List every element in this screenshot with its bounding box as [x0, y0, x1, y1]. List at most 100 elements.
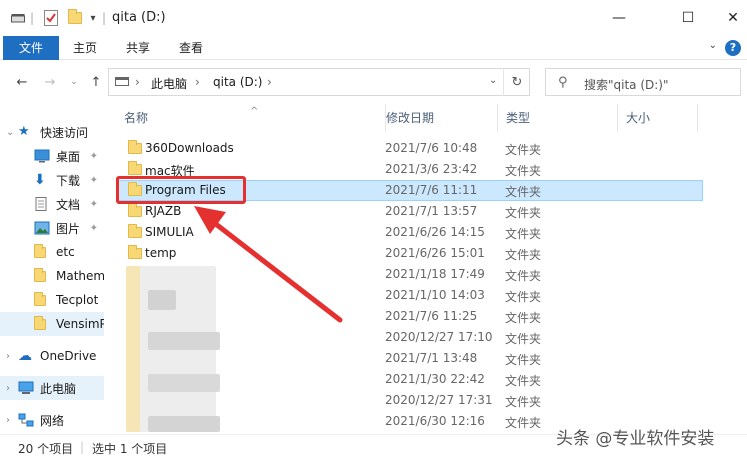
folder-icon: [34, 267, 50, 283]
file-date: 2021/6/26 14:15: [385, 225, 485, 239]
pin-icon[interactable]: ✦: [90, 175, 98, 186]
sidebar-item-label: OneDrive: [40, 349, 97, 363]
file-date: 2021/7/6 11:11: [385, 183, 478, 197]
column-header-date[interactable]: 修改日期: [378, 104, 498, 132]
file-date: 2020/12/27 17:10: [385, 330, 493, 344]
picture-icon: [34, 221, 50, 235]
table-row[interactable]: 360Downloads 2021/7/6 10:48 文件夹: [118, 138, 703, 159]
mosaic-blur: [148, 290, 176, 310]
address-separator: ›: [195, 75, 200, 89]
chevron-right-icon[interactable]: ›: [6, 383, 18, 394]
file-name: temp: [145, 246, 177, 260]
tab-home[interactable]: 主页: [63, 36, 107, 60]
sidebar-item-label: Mathem: [56, 269, 104, 283]
sidebar-item-onedrive[interactable]: › ☁ OneDrive: [0, 344, 104, 368]
address-bar[interactable]: › 此电脑 › qita (D:) › ⌄: [108, 68, 530, 96]
sidebar-item-label: 网络: [40, 413, 65, 428]
drive-icon: [115, 77, 129, 86]
selection-count: 选中 1 个项目: [92, 442, 168, 456]
mosaic-blur: [148, 374, 220, 392]
file-date: 2021/7/6 11:25: [385, 309, 478, 323]
chevron-right-icon[interactable]: ›: [6, 351, 18, 362]
search-placeholder: 搜索"qita (D:)": [584, 78, 669, 92]
sidebar-item-desktop[interactable]: 桌面 ✦: [0, 144, 104, 168]
properties-icon[interactable]: [42, 8, 60, 28]
file-date: 2021/3/6 23:42: [385, 162, 478, 176]
sidebar-item-this-pc[interactable]: › 此电脑: [0, 376, 104, 400]
desktop-icon: [34, 149, 50, 163]
refresh-button[interactable]: ↻: [503, 68, 530, 96]
status-divider: |: [80, 440, 85, 454]
sidebar-item-mathem[interactable]: Mathem: [0, 264, 104, 288]
file-type: 文件夹: [505, 143, 542, 157]
maximize-button[interactable]: ☐: [665, 0, 711, 36]
ribbon-tabs: 文件 主页 共享 查看 ⌄ ?: [0, 36, 747, 60]
mosaic-blur: [148, 332, 220, 350]
sidebar-item-label: 快速访问: [40, 125, 89, 140]
file-name: 360Downloads: [145, 141, 234, 155]
window-title: qita (D:): [112, 10, 166, 25]
help-button[interactable]: ?: [725, 40, 741, 56]
column-header-type[interactable]: 类型: [498, 104, 618, 132]
chevron-down-icon[interactable]: ⌄: [6, 127, 18, 138]
tab-file[interactable]: 文件: [3, 36, 59, 60]
folder-icon: [34, 315, 50, 331]
mosaic-blur: [126, 266, 140, 432]
folder-icon: [34, 291, 50, 307]
expand-ribbon-icon[interactable]: ⌄: [709, 40, 717, 51]
forward-button[interactable]: →: [40, 72, 60, 92]
sidebar-item-downloads[interactable]: ⬇ 下载 ✦: [0, 168, 104, 192]
close-button[interactable]: ✕: [710, 0, 747, 36]
file-type: 文件夹: [505, 416, 542, 430]
mosaic-blur: [148, 416, 220, 432]
file-type: 文件夹: [505, 395, 542, 409]
file-date: 2021/7/6 10:48: [385, 141, 478, 155]
drive-icon[interactable]: [10, 8, 26, 28]
folder-icon: [128, 161, 142, 175]
sort-ascending-icon: ^: [250, 106, 259, 117]
navigation-bar: ← → ⌄ ↑ › 此电脑 › qita (D:) › ⌄ ↻ ⚲ 搜索"qit…: [0, 60, 747, 104]
sidebar-item-vensim[interactable]: VensimP: [0, 312, 104, 336]
cloud-icon: ☁: [18, 348, 32, 364]
new-folder-icon[interactable]: [66, 8, 84, 28]
sidebar-item-quick-access[interactable]: ⌄ ★ 快速访问: [0, 120, 104, 144]
file-type: 文件夹: [505, 248, 542, 262]
address-dropdown-icon[interactable]: ⌄: [489, 75, 497, 86]
up-button[interactable]: ↑: [86, 72, 106, 92]
navigation-pane: ⌄ ★ 快速访问 桌面 ✦ ⬇ 下载 ✦ 文档 ✦ 图片 ✦ etc Mathe…: [0, 104, 104, 434]
customize-toolbar-icon[interactable]: ▾: [88, 8, 98, 28]
network-icon: [18, 413, 34, 427]
download-icon: ⬇: [34, 172, 46, 188]
breadcrumb-this-pc[interactable]: 此电脑: [151, 75, 187, 92]
file-type: 文件夹: [505, 164, 542, 178]
minimize-button[interactable]: —: [596, 0, 642, 36]
column-header-name[interactable]: 名称 ^: [116, 104, 386, 132]
back-button[interactable]: ←: [12, 72, 32, 92]
tab-view[interactable]: 查看: [169, 36, 213, 60]
chevron-right-icon[interactable]: ›: [6, 415, 18, 426]
sidebar-item-label: VensimP: [56, 317, 104, 331]
pin-icon[interactable]: ✦: [90, 223, 98, 234]
file-type: 文件夹: [505, 290, 542, 304]
search-box[interactable]: ⚲ 搜索"qita (D:)": [545, 68, 741, 96]
file-date: 2021/7/1 13:48: [385, 351, 478, 365]
breadcrumb-drive[interactable]: qita (D:): [213, 75, 262, 89]
pin-icon[interactable]: ✦: [90, 199, 98, 210]
sidebar-item-tecplot[interactable]: Tecplot: [0, 288, 104, 312]
sidebar-item-network[interactable]: › 网络: [0, 408, 104, 432]
sidebar-item-etc[interactable]: etc: [0, 240, 104, 264]
recent-locations-icon[interactable]: ⌄: [64, 72, 84, 92]
star-icon: ★: [18, 124, 30, 139]
sidebar-item-pictures[interactable]: 图片 ✦: [0, 216, 104, 240]
title-bar: | ▾ | qita (D:) — ☐ ✕: [0, 0, 747, 36]
folder-icon: [34, 243, 50, 259]
toolbar-divider: |: [101, 11, 107, 25]
file-date: 2021/7/1 13:57: [385, 204, 478, 218]
sidebar-item-label: 图片: [56, 221, 81, 236]
pin-icon[interactable]: ✦: [90, 151, 98, 162]
tab-share[interactable]: 共享: [116, 36, 160, 60]
column-header-size[interactable]: 大小: [618, 104, 698, 132]
address-separator: ›: [135, 75, 140, 89]
sidebar-item-documents[interactable]: 文档 ✦: [0, 192, 104, 216]
file-date: 2020/12/27 17:31: [385, 393, 493, 407]
